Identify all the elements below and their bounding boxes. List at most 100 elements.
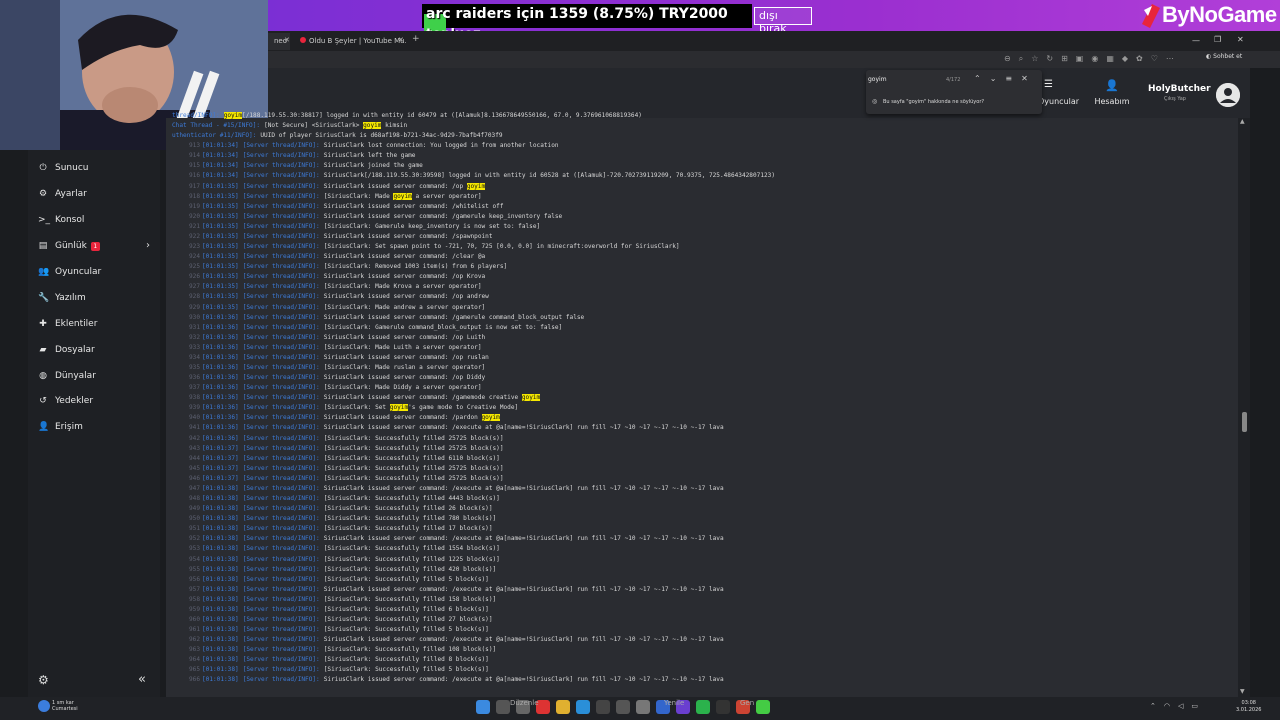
extension-icon[interactable]: ♡: [1151, 54, 1158, 64]
sidebar-item-5[interactable]: 🔧 Yazılım: [38, 288, 156, 308]
zoom-icon[interactable]: ⊖: [1004, 54, 1011, 64]
settings-gear-icon[interactable]: ⚙: [38, 673, 49, 687]
log-pre: [SiriusClark: Successfully filled 17 blo…: [323, 525, 493, 533]
extension-icon[interactable]: ◉: [1091, 54, 1098, 64]
scroll-down-icon[interactable]: ▼: [1240, 688, 1245, 695]
log-pre: SiriusClark issued server command: /op a…: [323, 293, 489, 301]
log-line: 966 [01:01:38] [Server thread/INFO]: Sirius…: [172, 675, 724, 685]
log-n: 916: [188, 172, 200, 180]
new-tab-button[interactable]: +: [412, 34, 420, 44]
sidebar-item-10[interactable]: 👤 Erişim: [38, 417, 156, 437]
find-next-icon[interactable]: ⌄: [990, 74, 997, 83]
search-icon[interactable]: ⌕: [1019, 54, 1023, 64]
app-icon[interactable]: [636, 700, 650, 714]
star-icon[interactable]: ☆: [1031, 54, 1038, 64]
sidebar-item-6[interactable]: ✚ Eklentiler: [38, 314, 156, 334]
log-th: [Server thread/INFO]:: [242, 464, 320, 472]
windows-start-icon[interactable]: [476, 700, 490, 714]
search-icon[interactable]: [496, 700, 510, 714]
log-ts: [01:01:38]: [202, 525, 239, 533]
sidebar-item-1[interactable]: ⚙ Ayarlar: [38, 184, 156, 204]
account-icon[interactable]: 👤: [1105, 79, 1119, 92]
log-line: 918 [01:01:35] [Server thread/INFO]: [Siriu…: [172, 192, 482, 202]
volume-icon[interactable]: ◁: [1178, 702, 1183, 710]
log-ts: [01:01:36]: [202, 333, 239, 341]
refresh-icon[interactable]: ↻: [1046, 54, 1053, 64]
wifi-icon[interactable]: ◠: [1164, 702, 1170, 710]
scrollbar-thumb[interactable]: [1242, 412, 1247, 432]
players-icon[interactable]: ☰: [1044, 79, 1056, 90]
close-window-icon[interactable]: ✕: [1237, 35, 1244, 44]
log-pre: SiriusClark issued server command: /exec…: [323, 636, 724, 644]
log-th: [Server thread/INFO]:: [242, 343, 320, 351]
log-n: 934: [188, 353, 200, 361]
chevron-right-icon[interactable]: ›: [146, 240, 150, 251]
log-n: 964: [188, 656, 200, 664]
log-pre: [Not Secure] <SiriusClark>: [264, 122, 364, 130]
close-tab-icon[interactable]: ✕: [398, 36, 404, 44]
battery-icon[interactable]: ▭: [1191, 702, 1198, 710]
log-n: 929: [188, 303, 200, 311]
console-scrollbar[interactable]: [1238, 118, 1250, 698]
log-line: 955 [01:01:38] [Server thread/INFO]: [Siriu…: [172, 565, 496, 575]
extension-icon[interactable]: ✿: [1136, 54, 1143, 64]
sidebar-item-0[interactable]: ⏻ Sunucu: [38, 158, 156, 178]
find-options-icon[interactable]: ≡: [1005, 74, 1012, 83]
extension-icon[interactable]: ⊞: [1061, 54, 1068, 64]
sidebar-item-3[interactable]: ▤ Günlük 1: [38, 236, 156, 256]
app-icon[interactable]: [596, 700, 610, 714]
edge-icon[interactable]: [576, 700, 590, 714]
extension-icon[interactable]: ▦: [1106, 54, 1114, 64]
log-ts: [01:01:36]: [202, 424, 239, 432]
log-pre: SiriusClark issued server command: /exec…: [323, 424, 724, 432]
find-input[interactable]: goyim: [868, 76, 887, 83]
maximize-icon[interactable]: ❐: [1214, 35, 1221, 44]
log-th: [Server thread/INFO]:: [242, 626, 320, 634]
log-line: 943 [01:01:37] [Server thread/INFO]: [Siriu…: [172, 444, 504, 454]
avatar[interactable]: [1216, 83, 1240, 107]
minimize-icon[interactable]: —: [1192, 36, 1200, 45]
find-ai-hint[interactable]: Bu sayfa "goyim" hakkında ne söylüyor?: [883, 99, 984, 105]
log-ts: [01:01:37]: [202, 474, 239, 482]
log-ts: [01:01:38]: [202, 626, 239, 634]
app-icon[interactable]: [616, 700, 630, 714]
log-pre: [SiriusClark: Successfully filled 108 bl…: [323, 646, 497, 654]
sidebar-item-2[interactable]: >_ Konsol: [38, 210, 156, 230]
log-line: 951 [01:01:38] [Server thread/INFO]: [Siriu…: [172, 524, 493, 534]
logout-link[interactable]: Çıkış Yap: [1164, 96, 1186, 102]
log-pre: [SiriusClark: Successfully filled 25725 …: [323, 444, 504, 452]
sidebar-item-8[interactable]: ◍ Dünyalar: [38, 366, 156, 386]
find-close-icon[interactable]: ✕: [1021, 74, 1028, 83]
header-account-link[interactable]: Hesabım: [1094, 97, 1130, 106]
close-tab-icon[interactable]: ✕: [284, 36, 290, 44]
chevron-up-icon[interactable]: ⌃: [1150, 702, 1156, 710]
taskbar-label: Düzenle: [510, 699, 539, 707]
log-line: 919 [01:01:35] [Server thread/INFO]: Sirius…: [172, 202, 504, 212]
log-n: 935: [188, 364, 200, 371]
minecraft-icon[interactable]: [756, 700, 770, 714]
app-icon[interactable]: [716, 700, 730, 714]
whatsapp-icon[interactable]: [696, 700, 710, 714]
log-n: 963: [188, 646, 200, 654]
log-line: 938 [01:01:36] [Server thread/INFO]: Sirius…: [172, 393, 541, 403]
scroll-up-icon[interactable]: ▲: [1240, 118, 1245, 125]
clock[interactable]: 03:08 3.01.2026: [1236, 700, 1261, 714]
sidebar-item-4[interactable]: 👥 Oyuncular: [38, 262, 156, 282]
weather-widget[interactable]: 1 sm kar Cumartesi: [52, 700, 78, 712]
copilot-icon[interactable]: ◐ Sohbet et: [1206, 53, 1242, 60]
log-n: 939: [188, 404, 200, 412]
sidebar-item-9[interactable]: ↺ Yedekler: [38, 391, 156, 411]
log-th: [Server thread/INFO]:: [242, 253, 320, 261]
header-players-link[interactable]: Oyuncular: [1038, 97, 1079, 106]
extension-icon[interactable]: ◆: [1122, 54, 1128, 64]
folder-icon[interactable]: [556, 700, 570, 714]
browser-tab[interactable]: Oldu B Şeyler | YouTube Mu...: [294, 33, 406, 50]
extension-icon[interactable]: ▣: [1076, 54, 1084, 64]
collapse-sidebar-icon[interactable]: «: [138, 672, 146, 687]
find-prev-icon[interactable]: ⌃: [974, 74, 981, 83]
log-th: [Server thread/INFO]:: [242, 525, 320, 533]
log-pre: SiriusClark issued server command: /exec…: [323, 585, 724, 593]
extension-icon[interactable]: ⋯: [1166, 54, 1174, 64]
sidebar-item-7[interactable]: ▰ Dosyalar: [38, 340, 156, 360]
skip-button[interactable]: dışı bırak: [754, 7, 812, 35]
